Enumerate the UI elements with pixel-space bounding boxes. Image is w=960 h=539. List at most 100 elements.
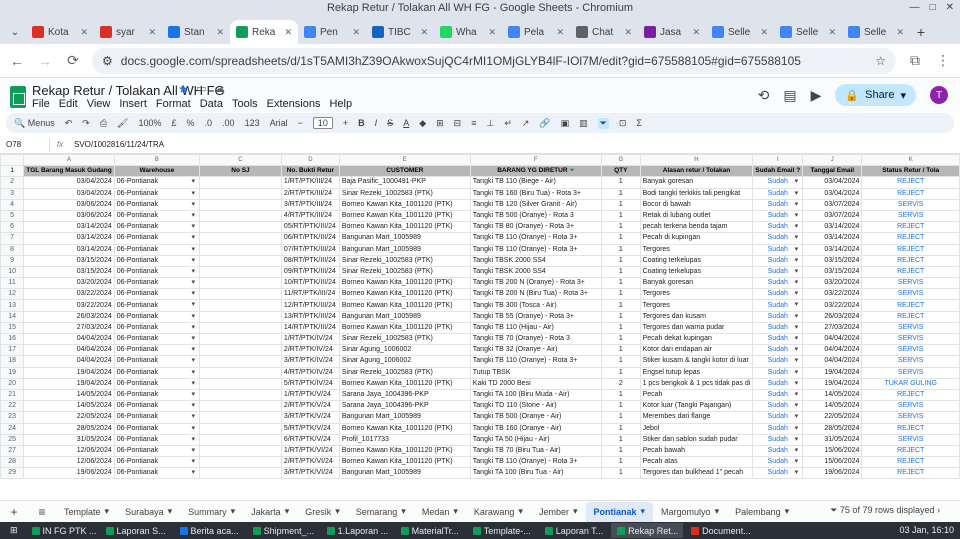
cell-date[interactable]: 03/20/2024	[23, 277, 115, 290]
fill-color-icon[interactable]: ◆	[419, 118, 426, 129]
cell-customer[interactable]: Borneo Kawan Kita_1001120 (PTK)	[338, 209, 471, 223]
row-number[interactable]: 7	[0, 232, 25, 245]
row-number[interactable]: 28	[0, 456, 25, 469]
minimize-icon[interactable]: —	[910, 0, 920, 16]
tab-close-icon[interactable]: ✕	[760, 27, 768, 38]
taskbar-item[interactable]: Berita aca...	[174, 523, 245, 538]
cell-reason[interactable]: Tergores dan warna pudar	[639, 321, 754, 335]
cell-qty[interactable]: 1	[601, 310, 641, 323]
cell-reason[interactable]: Merembes dari flange	[639, 411, 754, 424]
cell-warehouse[interactable]: 06-Pontianak	[113, 176, 201, 189]
cell-email-date[interactable]: 15/06/2024	[802, 456, 863, 469]
cell-no-sj[interactable]	[199, 277, 282, 290]
cell-email-date[interactable]: 03/14/2024	[802, 232, 863, 245]
cell-status[interactable]: SERVIS	[861, 198, 960, 211]
app-launcher-icon[interactable]: ⊞	[4, 523, 24, 538]
cell-no-sj[interactable]	[199, 422, 282, 435]
cell-status[interactable]: REJECT	[861, 221, 960, 234]
column-letter[interactable]: B	[113, 154, 201, 167]
cell-item[interactable]: Tangki TB 120 (Silver Granit - Air)	[469, 198, 603, 211]
cell-email-status[interactable]: Sudah	[752, 265, 804, 279]
cell-reason[interactable]: Tergores	[639, 243, 754, 256]
cell-no-sj[interactable]	[199, 176, 282, 189]
row-number[interactable]: 8	[0, 243, 25, 256]
undo-icon[interactable]: ↶	[65, 118, 73, 129]
cell-qty[interactable]: 1	[601, 299, 641, 312]
filter-active-icon[interactable]: ⏷	[568, 167, 574, 174]
cell-status[interactable]: SERVIS	[861, 400, 960, 413]
cell-email-status[interactable]: Sudah	[752, 467, 804, 480]
cell-customer[interactable]: Sinar Agung_1006002	[338, 344, 471, 357]
cell-email-date[interactable]: 19/06/2024	[802, 467, 863, 480]
cell-no-bukti[interactable]: 3/RT/PTK/VI/24	[280, 467, 340, 480]
browser-tab[interactable]: Kota ✕	[26, 20, 94, 44]
cell-customer[interactable]: Borneo Kawan Kita_1001120 (PTK)	[338, 444, 471, 458]
cell-email-status[interactable]: Sudah	[752, 221, 804, 234]
cell-no-sj[interactable]	[199, 221, 282, 234]
menu-item-data[interactable]: Data	[200, 98, 223, 110]
cell-status[interactable]: REJECT	[861, 310, 960, 323]
cell-status[interactable]: REJECT	[861, 176, 960, 189]
taskbar-item[interactable]: Laporan S...	[100, 523, 172, 538]
cell-status[interactable]: SERVIS	[861, 288, 960, 301]
cell-item[interactable]: Tangki TB 110 (Biege - Air)	[469, 176, 603, 189]
cell-no-bukti[interactable]: 06/RT/PTK/III/24	[280, 232, 340, 245]
cell-item[interactable]: Tangki TB 160 (Biru Tua) - Rota 3+	[469, 187, 603, 200]
cell-customer[interactable]: Borneo Kawan Kita_1001120 (PTK)	[338, 321, 471, 335]
forward-icon[interactable]: →	[36, 53, 54, 69]
cell-reason[interactable]: Pecah bawah	[639, 444, 754, 458]
cell-item[interactable]: Tangki TA 100 (Biru Tua - Air)	[469, 467, 603, 480]
row-number[interactable]: 9	[0, 254, 25, 267]
cell-item[interactable]: Tangki TB 110 (Oranye) - Rota 3+	[469, 456, 603, 469]
cell-qty[interactable]: 1	[601, 411, 641, 424]
cell-no-bukti[interactable]: 2/RT/PTK/VI/24	[280, 456, 340, 469]
cell-qty[interactable]: 1	[601, 321, 641, 335]
column-header[interactable]: Tanggal Email	[802, 165, 863, 178]
row-number[interactable]: 2	[0, 176, 25, 189]
cell-reason[interactable]: Coating terkelupas	[639, 265, 754, 279]
tab-close-icon[interactable]: ✕	[692, 27, 700, 38]
merge-cells-icon[interactable]: ⊟	[454, 118, 462, 129]
cell-customer[interactable]: Sinar Rezeki_1002583 (PTK)	[338, 366, 471, 379]
chevron-down-icon[interactable]: ▾	[715, 506, 720, 517]
cell-email-date[interactable]: 28/05/2024	[802, 422, 863, 435]
cell-email-status[interactable]: Sudah	[752, 310, 804, 323]
cell-status[interactable]: SERVIS	[861, 433, 960, 446]
cell-customer[interactable]: Bangunan Mart_1005989	[338, 243, 471, 256]
row-number[interactable]: 20	[0, 377, 25, 390]
redo-icon[interactable]: ↷	[82, 118, 90, 129]
chevron-down-icon[interactable]: ▾	[518, 506, 523, 517]
cell-qty[interactable]: 1	[601, 433, 641, 446]
cell-date[interactable]: 04/04/2024	[23, 344, 115, 357]
cell-qty[interactable]: 1	[601, 277, 641, 290]
cell-date[interactable]: 03/22/2024	[23, 299, 115, 312]
insert-link-icon[interactable]: 🔗	[539, 118, 550, 129]
cell-warehouse[interactable]: 06-Pontianak	[113, 288, 201, 301]
filter-icon[interactable]: ⏷	[597, 117, 609, 129]
cell-warehouse[interactable]: 06-Pontianak	[113, 321, 201, 335]
row-number[interactable]: 12	[0, 288, 25, 301]
column-letter[interactable]: A	[23, 154, 115, 167]
cell-customer[interactable]: Bangunan Mart_1005989	[338, 232, 471, 245]
cell-email-status[interactable]: Sudah	[752, 198, 804, 211]
functions-icon[interactable]: Σ	[636, 118, 642, 128]
cell-status[interactable]: REJECT	[861, 243, 960, 256]
browser-menu-icon[interactable]: ⋮	[934, 52, 952, 69]
chevron-down-icon[interactable]: ▾	[641, 506, 646, 517]
sheet-tab-pontianak[interactable]: Pontianak ▾	[585, 501, 654, 522]
cell-no-bukti[interactable]: 5/RT/PTK/IV/24	[280, 377, 340, 390]
cell-warehouse[interactable]: 06-Pontianak	[113, 444, 201, 458]
column-letter[interactable]: E	[338, 154, 471, 167]
cell-warehouse[interactable]: 06-Pontianak	[113, 243, 201, 256]
column-header[interactable]: No SJ	[199, 165, 282, 178]
column-letter[interactable]: J	[802, 154, 863, 167]
cell-no-bukti[interactable]: 1/RT/PTK/V/24	[280, 388, 340, 402]
column-header[interactable]: Warehouse	[113, 165, 201, 178]
row-number[interactable]: 13	[0, 299, 25, 312]
cell-email-status[interactable]: Sudah	[752, 254, 804, 267]
cell-reason[interactable]: Pecah dekat kupingan	[639, 332, 754, 346]
cell-customer[interactable]: Sarana Jaya_1004396-PKP	[338, 388, 471, 402]
bold-icon[interactable]: B	[358, 118, 365, 128]
meet-icon[interactable]: ▶	[811, 87, 822, 104]
all-sheets-icon[interactable]: ≡	[28, 505, 56, 519]
